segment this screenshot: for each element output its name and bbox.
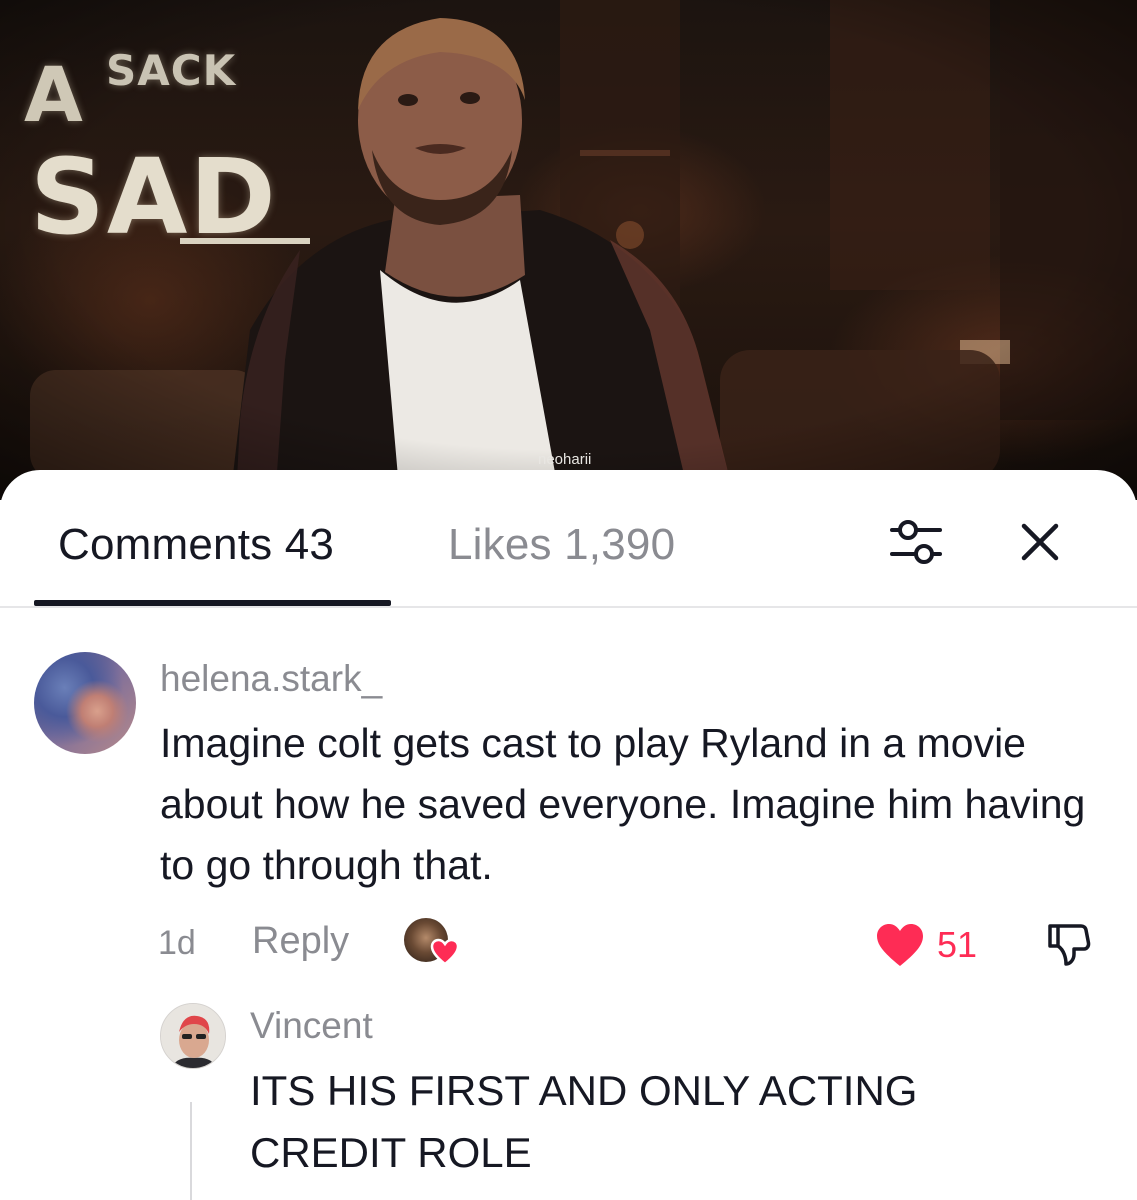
- video-watermark: neoharii: [538, 451, 592, 468]
- video-player[interactable]: A SACK SAD neoharii: [0, 0, 1137, 500]
- avatar-image: [161, 1004, 225, 1068]
- avatar[interactable]: [34, 652, 136, 754]
- video-overlay-word-a: A: [24, 50, 83, 139]
- tab-likes[interactable]: Likes 1,390: [448, 520, 675, 570]
- heart-icon: [430, 938, 460, 966]
- avatar[interactable]: [160, 1003, 226, 1069]
- video-overlay-underline: [180, 238, 310, 244]
- reply-button[interactable]: Reply: [252, 920, 349, 963]
- filter-sliders-icon[interactable]: [888, 516, 944, 568]
- reply-text: ITS HIS FIRST AND ONLY ACTING CREDIT ROL…: [250, 1067, 918, 1176]
- thumbs-down-icon[interactable]: [1042, 918, 1094, 970]
- close-icon[interactable]: [1018, 520, 1062, 564]
- heart-icon[interactable]: [875, 922, 925, 968]
- comment-username[interactable]: helena.stark_: [160, 658, 382, 700]
- video-overlay-word-sack: SACK: [106, 46, 237, 95]
- tabs-divider: [0, 606, 1137, 608]
- comment-timestamp: 1d: [158, 924, 196, 962]
- reply-thread-line: [190, 1102, 192, 1200]
- comment-text: Imagine colt gets cast to play Ryland in…: [160, 720, 1086, 888]
- reply-username[interactable]: Vincent: [250, 1005, 373, 1047]
- creator-liked-badge: [404, 918, 460, 968]
- app-screen: A SACK SAD neoharii Comments 43 Likes 1,…: [0, 0, 1137, 1200]
- like-count: 51: [937, 924, 978, 965]
- sheet-tab-bar: Comments 43 Likes 1,390: [0, 470, 1137, 607]
- tab-comments[interactable]: Comments 43: [58, 520, 334, 570]
- comments-sheet: Comments 43 Likes 1,390 helena.stark_ Im…: [0, 470, 1137, 1200]
